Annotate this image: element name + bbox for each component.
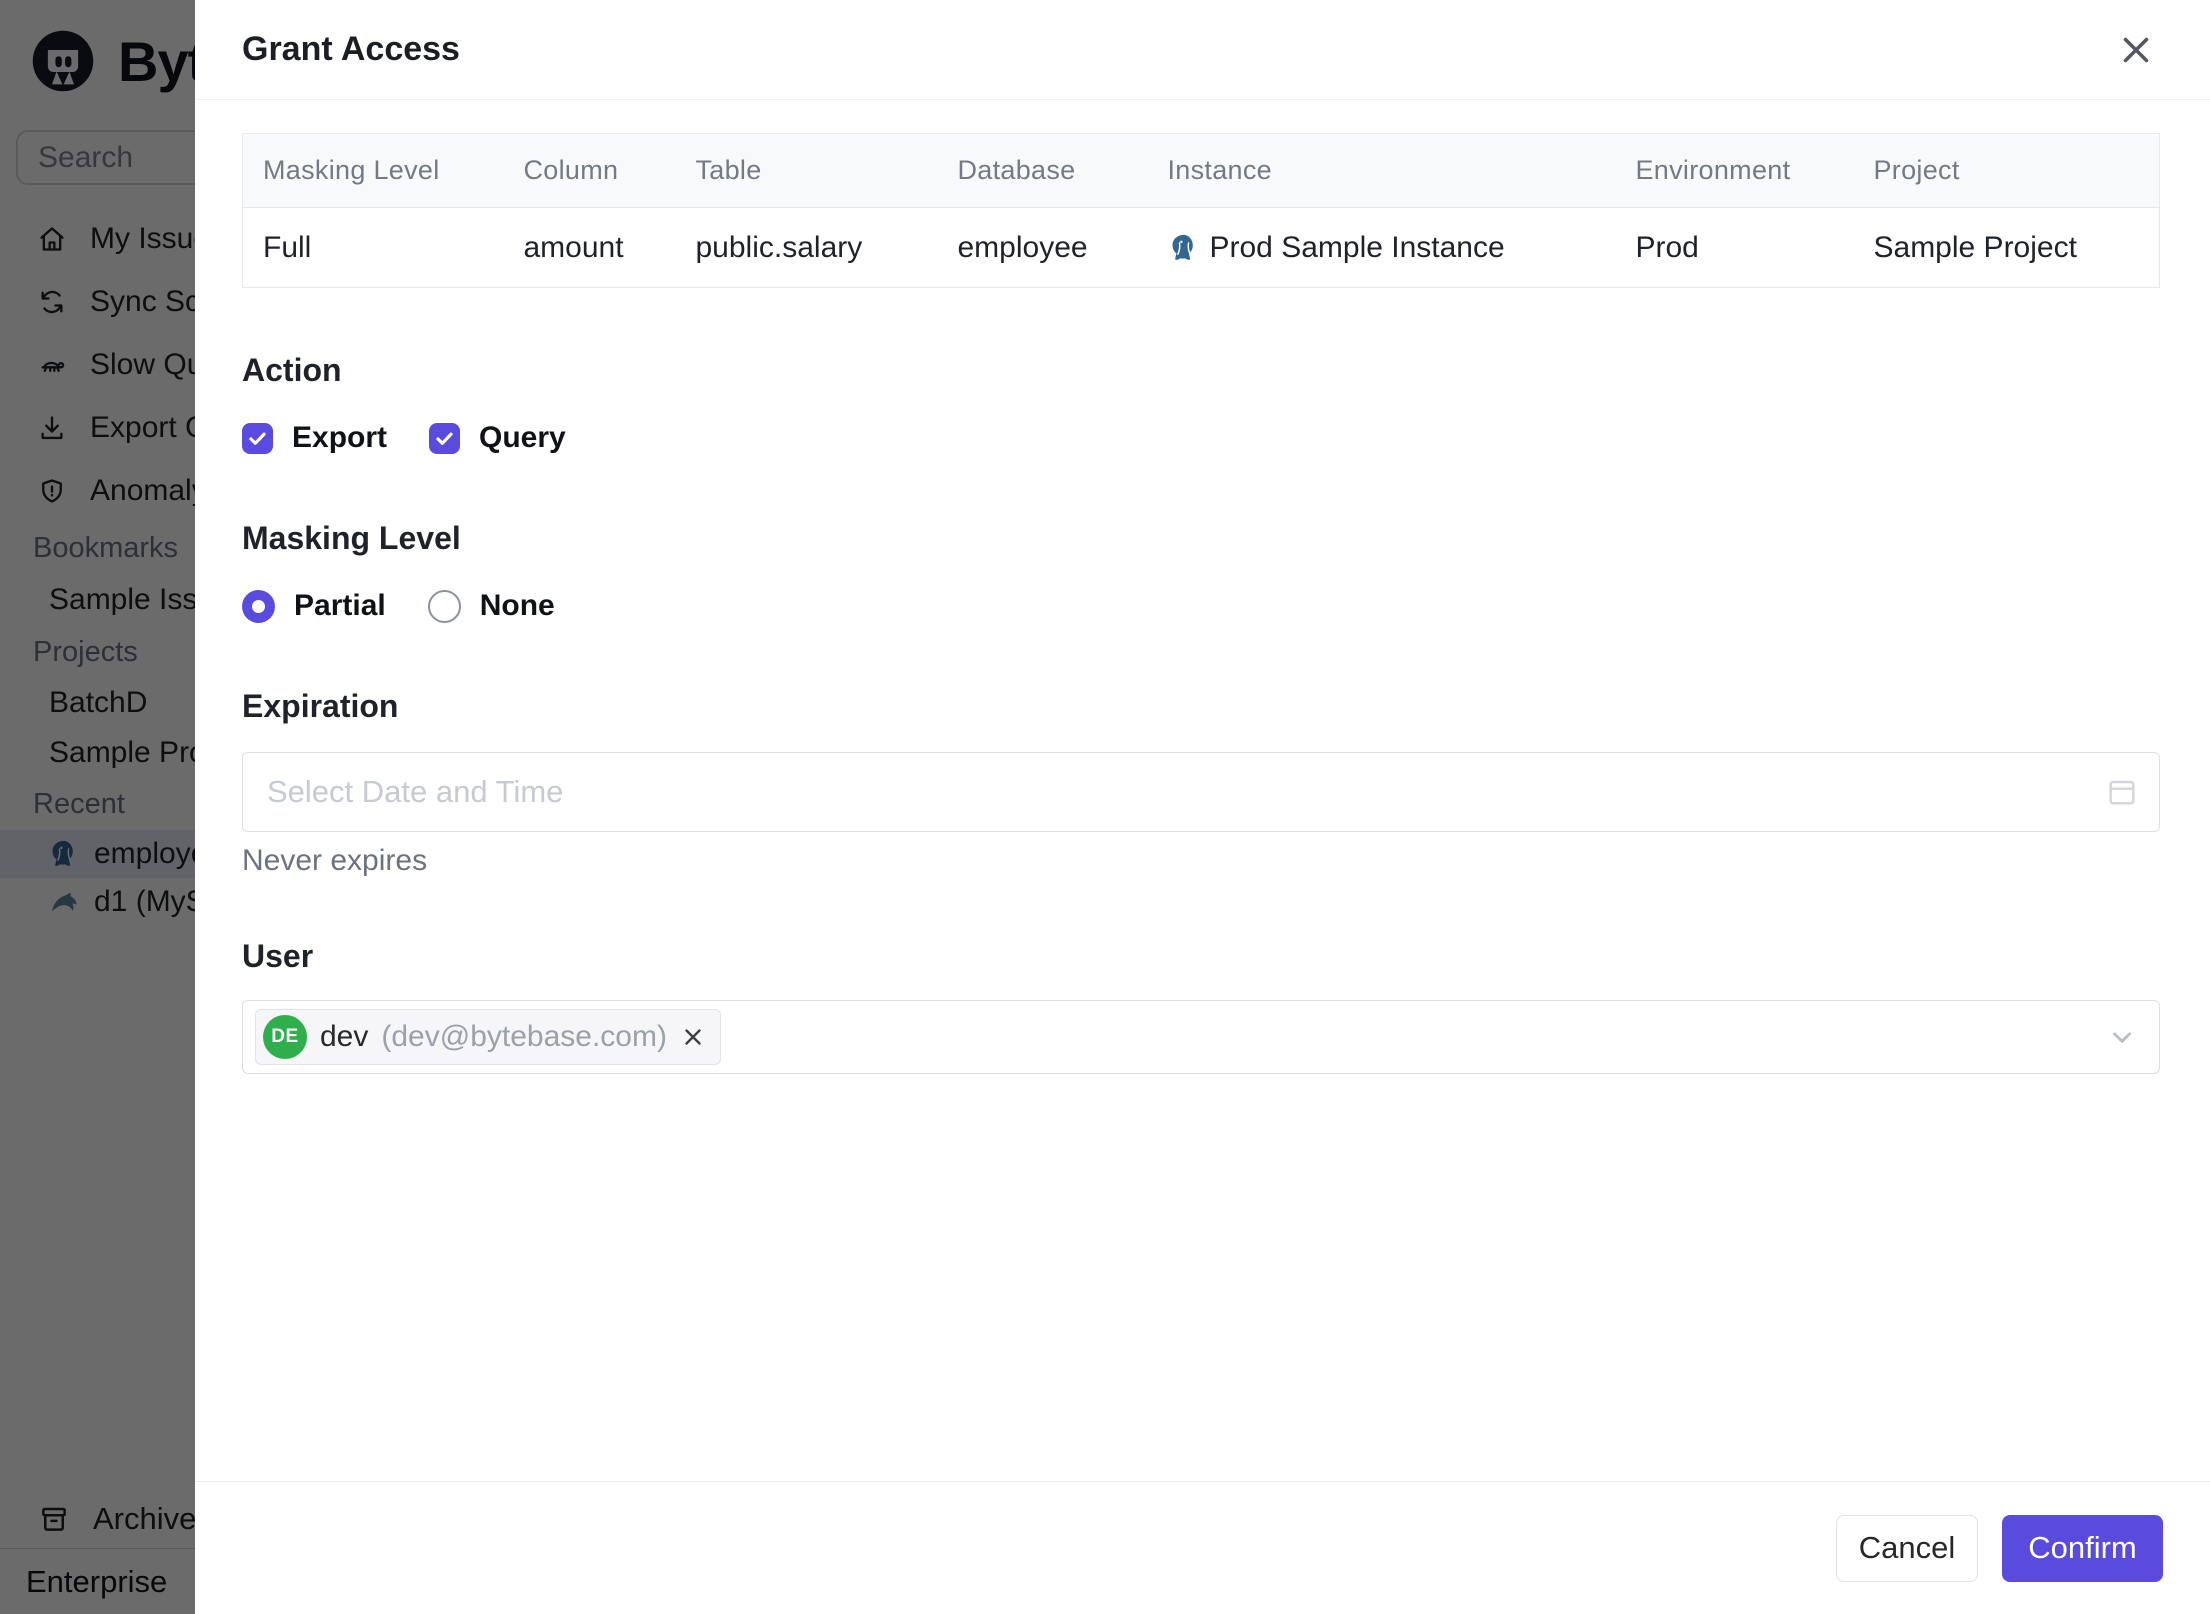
cell-instance: Prod Sample Instance: [1148, 208, 1616, 288]
remove-icon: [685, 1029, 701, 1045]
modal-body: Masking Level Column Table Database Inst…: [195, 100, 2210, 1481]
expiration-heading: Expiration: [242, 688, 399, 724]
cell-table: public.salary: [695, 230, 863, 264]
column-header-database: Database: [937, 133, 1148, 208]
action-options: Export Query: [242, 416, 2160, 460]
user-name: dev: [320, 1020, 369, 1053]
chevron-down-icon: [2113, 1032, 2131, 1043]
table-row: Full amount public.salary employee Prod …: [243, 208, 2160, 288]
column-header-masking-level: Masking Level: [242, 133, 504, 208]
close-icon: [2123, 37, 2149, 62]
user-heading: User: [242, 938, 314, 974]
action-option-export[interactable]: Export: [242, 421, 387, 455]
action-option-query[interactable]: Query: [429, 421, 566, 455]
radio-selected-icon[interactable]: [242, 589, 275, 623]
cell-project: Sample Project: [1873, 230, 2077, 264]
postgresql-icon: [1172, 234, 1193, 260]
avatar: DE: [263, 1015, 307, 1059]
user-email: (dev@bytebase.com): [381, 1020, 667, 1053]
masking-option-partial[interactable]: Partial: [242, 589, 386, 623]
column-header-environment: Environment: [1615, 133, 1854, 208]
column-header-project: Project: [1853, 133, 2160, 208]
checkbox-checked-icon[interactable]: [242, 422, 273, 454]
cancel-button[interactable]: Cancel: [1836, 1514, 1978, 1582]
remove-user-button[interactable]: [680, 1024, 706, 1050]
close-button[interactable]: [2112, 26, 2160, 74]
expiration-date-input[interactable]: [242, 752, 2160, 832]
expiration-help-text: Never expires: [242, 844, 428, 877]
calendar-icon: [2109, 780, 2135, 805]
user-select[interactable]: DE dev (dev@bytebase.com): [242, 1000, 2160, 1074]
app-root: Byt My Issues Sync Sc: [0, 0, 2210, 1614]
modal-footer: Cancel Confirm: [195, 1481, 2210, 1614]
cell-database: employee: [957, 230, 1088, 264]
grant-scope-table: Masking Level Column Table Database Inst…: [242, 133, 2160, 288]
masking-option-none[interactable]: None: [427, 589, 555, 623]
radio-unselected-icon[interactable]: [427, 589, 461, 623]
masking-level-heading: Masking Level: [242, 520, 461, 556]
column-header-column: Column: [503, 133, 676, 208]
modal-title: Grant Access: [242, 30, 460, 68]
grant-access-modal: Grant Access Masking Level Column Table …: [195, 0, 2210, 1614]
confirm-button[interactable]: Confirm: [2002, 1514, 2163, 1582]
column-header-table: Table: [675, 133, 938, 208]
masking-level-options: Partial None: [242, 584, 2160, 628]
modal-header: Grant Access: [195, 0, 2210, 100]
cell-masking-level: Full: [263, 230, 312, 264]
column-header-instance: Instance: [1147, 133, 1616, 208]
cell-environment: Prod: [1635, 230, 1699, 264]
checkbox-checked-icon[interactable]: [429, 422, 461, 454]
cell-column: amount: [523, 230, 624, 264]
expiration-date-field: [242, 752, 2160, 832]
selected-user-tag: DE dev (dev@bytebase.com): [255, 1009, 721, 1065]
table-header-row: Masking Level Column Table Database Inst…: [242, 133, 2160, 208]
action-heading: Action: [242, 352, 342, 388]
